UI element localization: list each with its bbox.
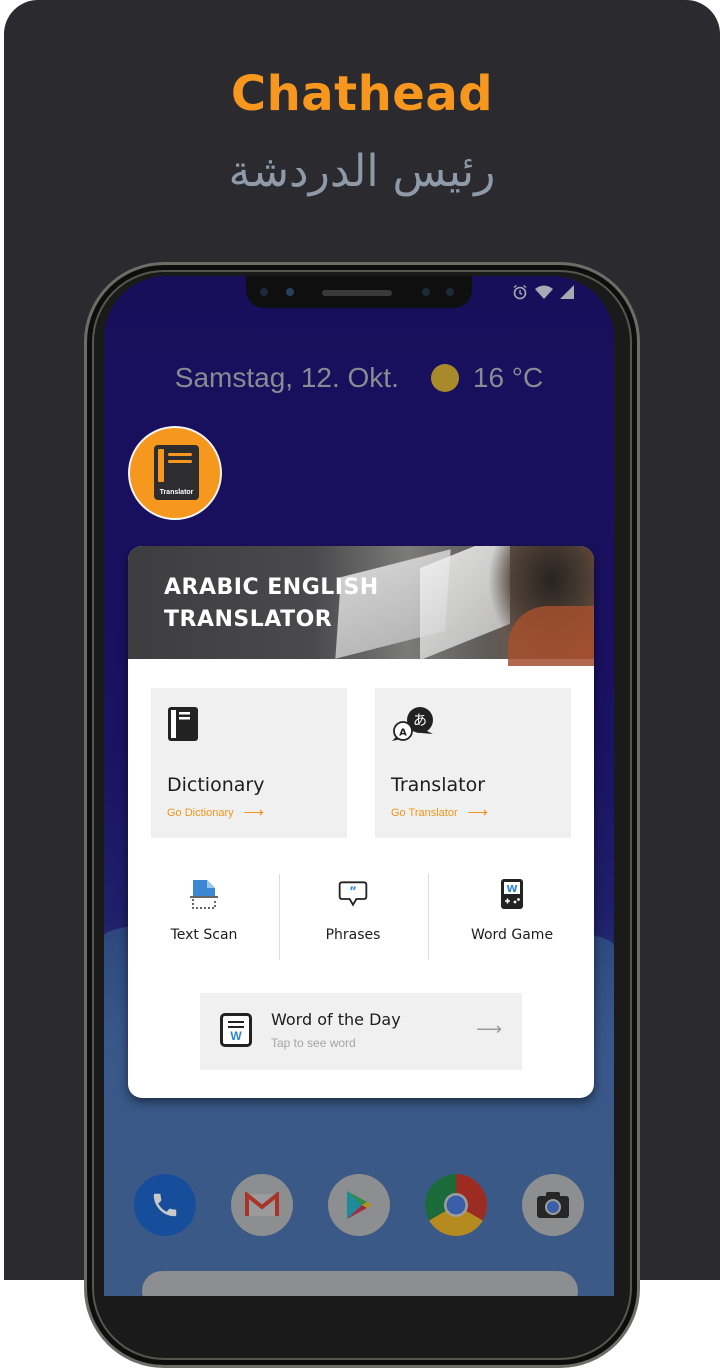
play-store-icon (347, 1191, 372, 1219)
gmail-icon (245, 1192, 279, 1216)
wifi-icon (535, 285, 553, 299)
phrases-button[interactable]: ” Phrases (280, 872, 426, 958)
chathead-label: Translator (159, 489, 194, 496)
handheld-game-icon: W (501, 879, 523, 909)
promo-subtitle-arabic: رئيس الدردشة (228, 146, 496, 197)
word-game-button[interactable]: W Word Game (430, 872, 594, 958)
gmail-app-icon[interactable] (231, 1174, 293, 1236)
arrow-right-icon: ⟶ (467, 804, 488, 820)
banner-title-line-2: TRANSLATOR (164, 607, 333, 632)
sensor-icon (446, 288, 454, 296)
status-bar (512, 284, 574, 300)
phrases-label: Phrases (325, 927, 381, 943)
translator-card: ARABIC ENGLISH TRANSLATOR Dictionary Go … (128, 546, 594, 1098)
svg-text:W: W (506, 884, 517, 895)
chrome-app-icon[interactable] (425, 1174, 487, 1236)
svg-text:A: A (399, 728, 407, 739)
svg-text:”: ” (349, 884, 357, 898)
text-scan-label: Text Scan (170, 927, 238, 943)
temperature-text: 16 °C (472, 362, 544, 393)
translator-title: Translator (391, 774, 486, 796)
camera-icon (537, 1192, 569, 1218)
date-text: Samstag, 12. Okt. (174, 362, 399, 393)
earpiece-speaker (322, 290, 392, 296)
translator-app-icon: Translator (154, 445, 199, 500)
quote-bubble-icon: ” (338, 881, 368, 907)
camera-app-icon[interactable] (522, 1174, 584, 1236)
translator-chathead-bubble[interactable]: Translator (128, 426, 222, 520)
dictionary-tile[interactable]: Dictionary Go Dictionary ⟶ (151, 688, 347, 838)
sensor-icon (260, 288, 268, 296)
banner-title-line-1: ARABIC ENGLISH (164, 575, 379, 600)
word-of-the-day-icon: W (220, 1013, 252, 1047)
arrow-right-icon: ⟶ (476, 1019, 502, 1039)
cell-signal-icon (560, 285, 574, 299)
banner-image: ARABIC ENGLISH TRANSLATOR (128, 546, 594, 666)
go-dictionary-label: Go Dictionary (167, 806, 234, 819)
banner-title: ARABIC ENGLISH TRANSLATOR (164, 572, 379, 636)
app-dock (134, 1174, 584, 1238)
front-camera-icon (286, 288, 294, 296)
sensor-icon (422, 288, 430, 296)
word-of-the-day-button[interactable]: W Word of the Day Tap to see word ⟶ (200, 993, 522, 1070)
phone-notch (246, 276, 472, 308)
divider (279, 874, 280, 960)
play-store-app-icon[interactable] (328, 1174, 390, 1236)
chrome-icon (444, 1193, 468, 1217)
svg-text:あ: あ (413, 713, 427, 729)
translator-tile[interactable]: あ A Translator Go Translator ⟶ (375, 688, 571, 838)
lock-screen-widget: Samstag, 12. Okt. 16 °C (104, 362, 614, 394)
arrow-right-icon: ⟶ (243, 804, 264, 820)
translate-bubbles-icon: あ A (392, 707, 433, 741)
text-scan-icon (190, 880, 218, 909)
alarm-icon (513, 284, 527, 300)
book-icon (168, 707, 198, 741)
promo-title: Chathead (230, 66, 494, 122)
google-search-bar[interactable] (142, 1271, 578, 1296)
go-translator-label: Go Translator (391, 806, 458, 819)
dictionary-title: Dictionary (167, 774, 265, 796)
word-of-the-day-subtitle: Tap to see word (271, 1036, 356, 1050)
feature-row: Text Scan ” Phrases W Word Game (128, 872, 594, 958)
phone-icon (153, 1193, 177, 1217)
go-translator-link[interactable]: Go Translator ⟶ (391, 804, 488, 821)
text-scan-button[interactable]: Text Scan (136, 872, 272, 958)
go-dictionary-link[interactable]: Go Dictionary ⟶ (167, 804, 264, 821)
phone-app-icon[interactable] (134, 1174, 196, 1236)
word-game-label: Word Game (470, 927, 554, 943)
word-of-the-day-title: Word of the Day (271, 1010, 401, 1029)
divider (428, 874, 429, 960)
sun-icon (430, 364, 459, 392)
phone-screen: Samstag, 12. Okt. 16 °C Translator ARABI… (104, 276, 614, 1296)
